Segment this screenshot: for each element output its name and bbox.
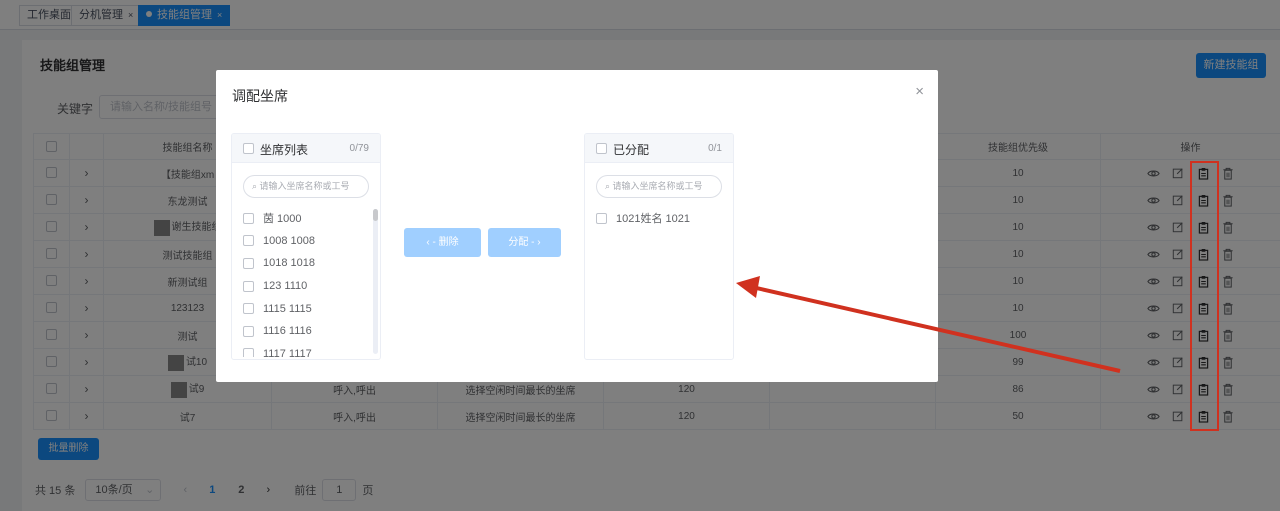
- annotation-arrow: [736, 276, 1121, 373]
- annotation-arrow-head: [736, 276, 760, 298]
- annotation-arrow-line: [751, 285, 1121, 373]
